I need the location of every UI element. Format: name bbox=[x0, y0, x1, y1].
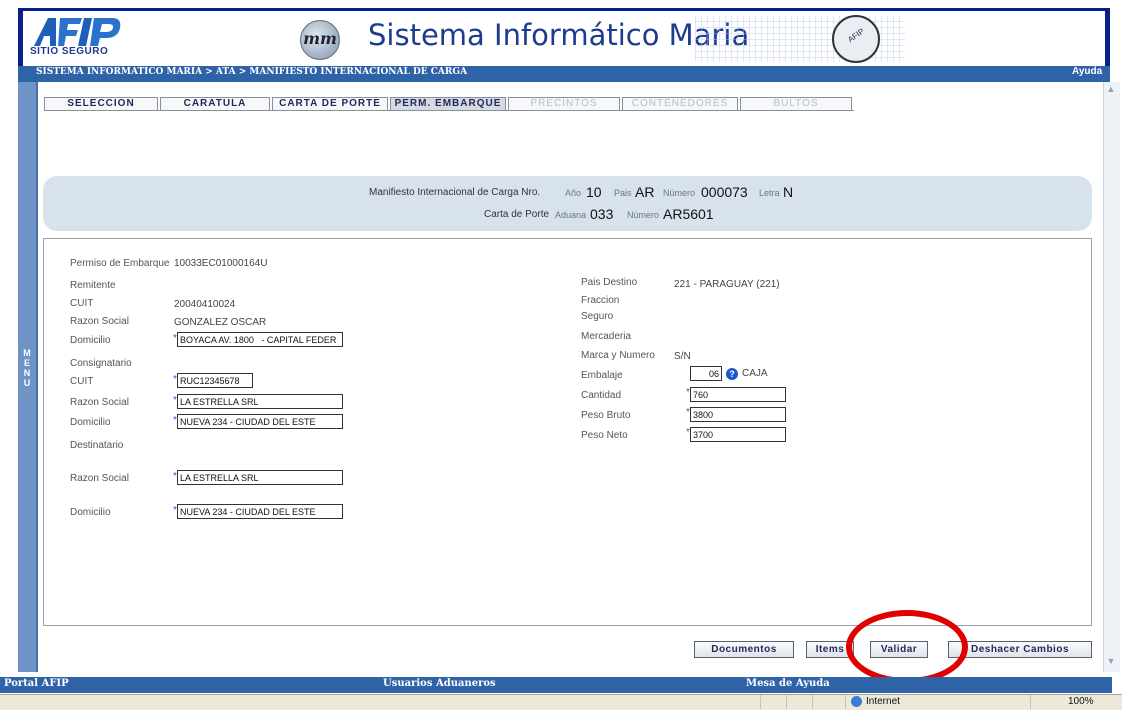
tab-contenedores[interactable]: CONTENEDORES bbox=[622, 97, 738, 110]
tab-bultos[interactable]: BULTOS bbox=[740, 97, 852, 110]
marca-value: S/N bbox=[674, 351, 691, 362]
rem-razon-value: GONZALEZ OSCAR bbox=[174, 317, 267, 328]
rem-cuit-label: CUIT bbox=[70, 298, 94, 309]
top-strip bbox=[0, 0, 1122, 8]
con-domicilio-label: Domicilio bbox=[70, 417, 111, 428]
remitente-label: Remitente bbox=[70, 280, 116, 291]
embalaje-desc: CAJA bbox=[742, 368, 768, 379]
cantidad-label: Cantidad bbox=[581, 390, 622, 401]
tab-precintos[interactable]: PRECINTOS bbox=[508, 97, 620, 110]
carta-numero-value: AR5601 bbox=[663, 206, 714, 222]
pais-destino-value: 221 - PARAGUAY (221) bbox=[674, 279, 780, 290]
anio-value: 10 bbox=[586, 184, 602, 200]
tab-divider bbox=[44, 110, 854, 111]
emblem-icon: mm bbox=[300, 20, 340, 60]
rem-domicilio-label: Domicilio bbox=[70, 335, 111, 346]
tab-caratula[interactable]: CARATULA bbox=[160, 97, 270, 110]
status-cell bbox=[845, 695, 846, 709]
help-link[interactable]: Ayuda bbox=[1072, 66, 1102, 77]
carta-label: Carta de Porte bbox=[484, 209, 550, 220]
permiso-value: 10033EC01000164U bbox=[174, 258, 268, 269]
menu-label[interactable]: MENU bbox=[22, 348, 32, 388]
des-domicilio-input[interactable] bbox=[177, 504, 343, 519]
tab-carta-de-porte[interactable]: CARTA DE PORTE bbox=[272, 97, 388, 110]
marca-label: Marca y Numero bbox=[581, 350, 655, 361]
pais-label: Pais bbox=[614, 188, 632, 198]
peso-bruto-label: Peso Bruto bbox=[581, 410, 631, 421]
rem-domicilio-input[interactable] bbox=[177, 332, 343, 347]
annotation-circle bbox=[846, 610, 968, 684]
des-domicilio-label: Domicilio bbox=[70, 507, 111, 518]
scroll-up-arrow-icon[interactable]: ▲ bbox=[1104, 84, 1118, 98]
peso-neto-input[interactable] bbox=[690, 427, 786, 442]
embalaje-code-input[interactable] bbox=[690, 366, 722, 381]
rem-cuit-value: 20040410024 bbox=[174, 299, 236, 310]
usuarios-aduaneros-link[interactable]: Usuarios Aduaneros bbox=[383, 678, 496, 689]
tab-seleccion[interactable]: SELECCION bbox=[44, 97, 158, 110]
des-razon-label: Razon Social bbox=[70, 473, 129, 484]
manifest-label: Manifiesto Internacional de Carga Nro. bbox=[369, 187, 541, 198]
scroll-down-arrow-icon[interactable]: ▼ bbox=[1104, 656, 1118, 670]
security-zone-label: Internet bbox=[866, 696, 900, 707]
destinatario-label: Destinatario bbox=[70, 440, 124, 451]
internet-globe-icon bbox=[851, 696, 862, 707]
aduana-label: Aduana bbox=[555, 210, 587, 220]
numero-label: Número bbox=[663, 188, 696, 198]
pais-value: AR bbox=[635, 184, 655, 200]
status-cell bbox=[1030, 695, 1031, 709]
status-cell bbox=[760, 695, 761, 709]
afip-seal-icon: AFIP bbox=[832, 15, 880, 63]
con-cuit-input[interactable] bbox=[177, 373, 253, 388]
documentos-button[interactable]: Documentos bbox=[694, 641, 794, 658]
mercaderia-label: Mercaderia bbox=[581, 331, 632, 342]
con-domicilio-input[interactable] bbox=[177, 414, 343, 429]
tab-perm-embarque[interactable]: PERM. EMBARQUE bbox=[390, 97, 506, 110]
mesa-de-ayuda-link[interactable]: Mesa de Ayuda bbox=[746, 678, 830, 689]
pais-destino-label: Pais Destino bbox=[581, 277, 638, 288]
zoom-level[interactable]: 100% bbox=[1068, 696, 1094, 707]
portal-afip-link[interactable]: Portal AFIP bbox=[4, 678, 69, 689]
peso-bruto-input[interactable] bbox=[690, 407, 786, 422]
letra-value: N bbox=[783, 184, 794, 200]
consignatario-label: Consignatario bbox=[70, 358, 132, 369]
letra-label: Letra bbox=[759, 188, 780, 198]
anio-label: Año bbox=[565, 188, 582, 198]
status-cell bbox=[786, 695, 787, 709]
rem-razon-label: Razon Social bbox=[70, 316, 129, 327]
breadcrumb: SISTEMA INFORMATICO MARIA > ATA > MANIFI… bbox=[36, 67, 468, 77]
aduana-value: 033 bbox=[590, 206, 614, 222]
con-razon-input[interactable] bbox=[177, 394, 343, 409]
sitio-seguro-label: SITIO SEGURO bbox=[30, 46, 109, 57]
footer-bar bbox=[0, 677, 1112, 693]
fraccion-label: Fraccion bbox=[581, 295, 620, 306]
help-icon[interactable]: ? bbox=[726, 368, 738, 380]
des-razon-input[interactable] bbox=[177, 470, 343, 485]
manifest-id-panel bbox=[43, 176, 1092, 231]
deshacer-cambios-button[interactable]: Deshacer Cambios bbox=[948, 641, 1092, 658]
browser-status-bar bbox=[0, 694, 1122, 710]
system-title: Sistema Informático Maria bbox=[368, 18, 750, 52]
seguro-label: Seguro bbox=[581, 311, 614, 322]
carta-numero-label: Número bbox=[627, 210, 660, 220]
vertical-scrollbar[interactable] bbox=[1103, 82, 1120, 672]
permiso-form bbox=[43, 238, 1092, 626]
embalaje-label: Embalaje bbox=[581, 370, 623, 381]
con-cuit-label: CUIT bbox=[70, 376, 94, 387]
con-razon-label: Razon Social bbox=[70, 397, 129, 408]
peso-neto-label: Peso Neto bbox=[581, 430, 628, 441]
permiso-label: Permiso de Embarque bbox=[70, 258, 170, 269]
status-cell bbox=[812, 695, 813, 709]
cantidad-input[interactable] bbox=[690, 387, 786, 402]
numero-value: 000073 bbox=[701, 184, 748, 200]
